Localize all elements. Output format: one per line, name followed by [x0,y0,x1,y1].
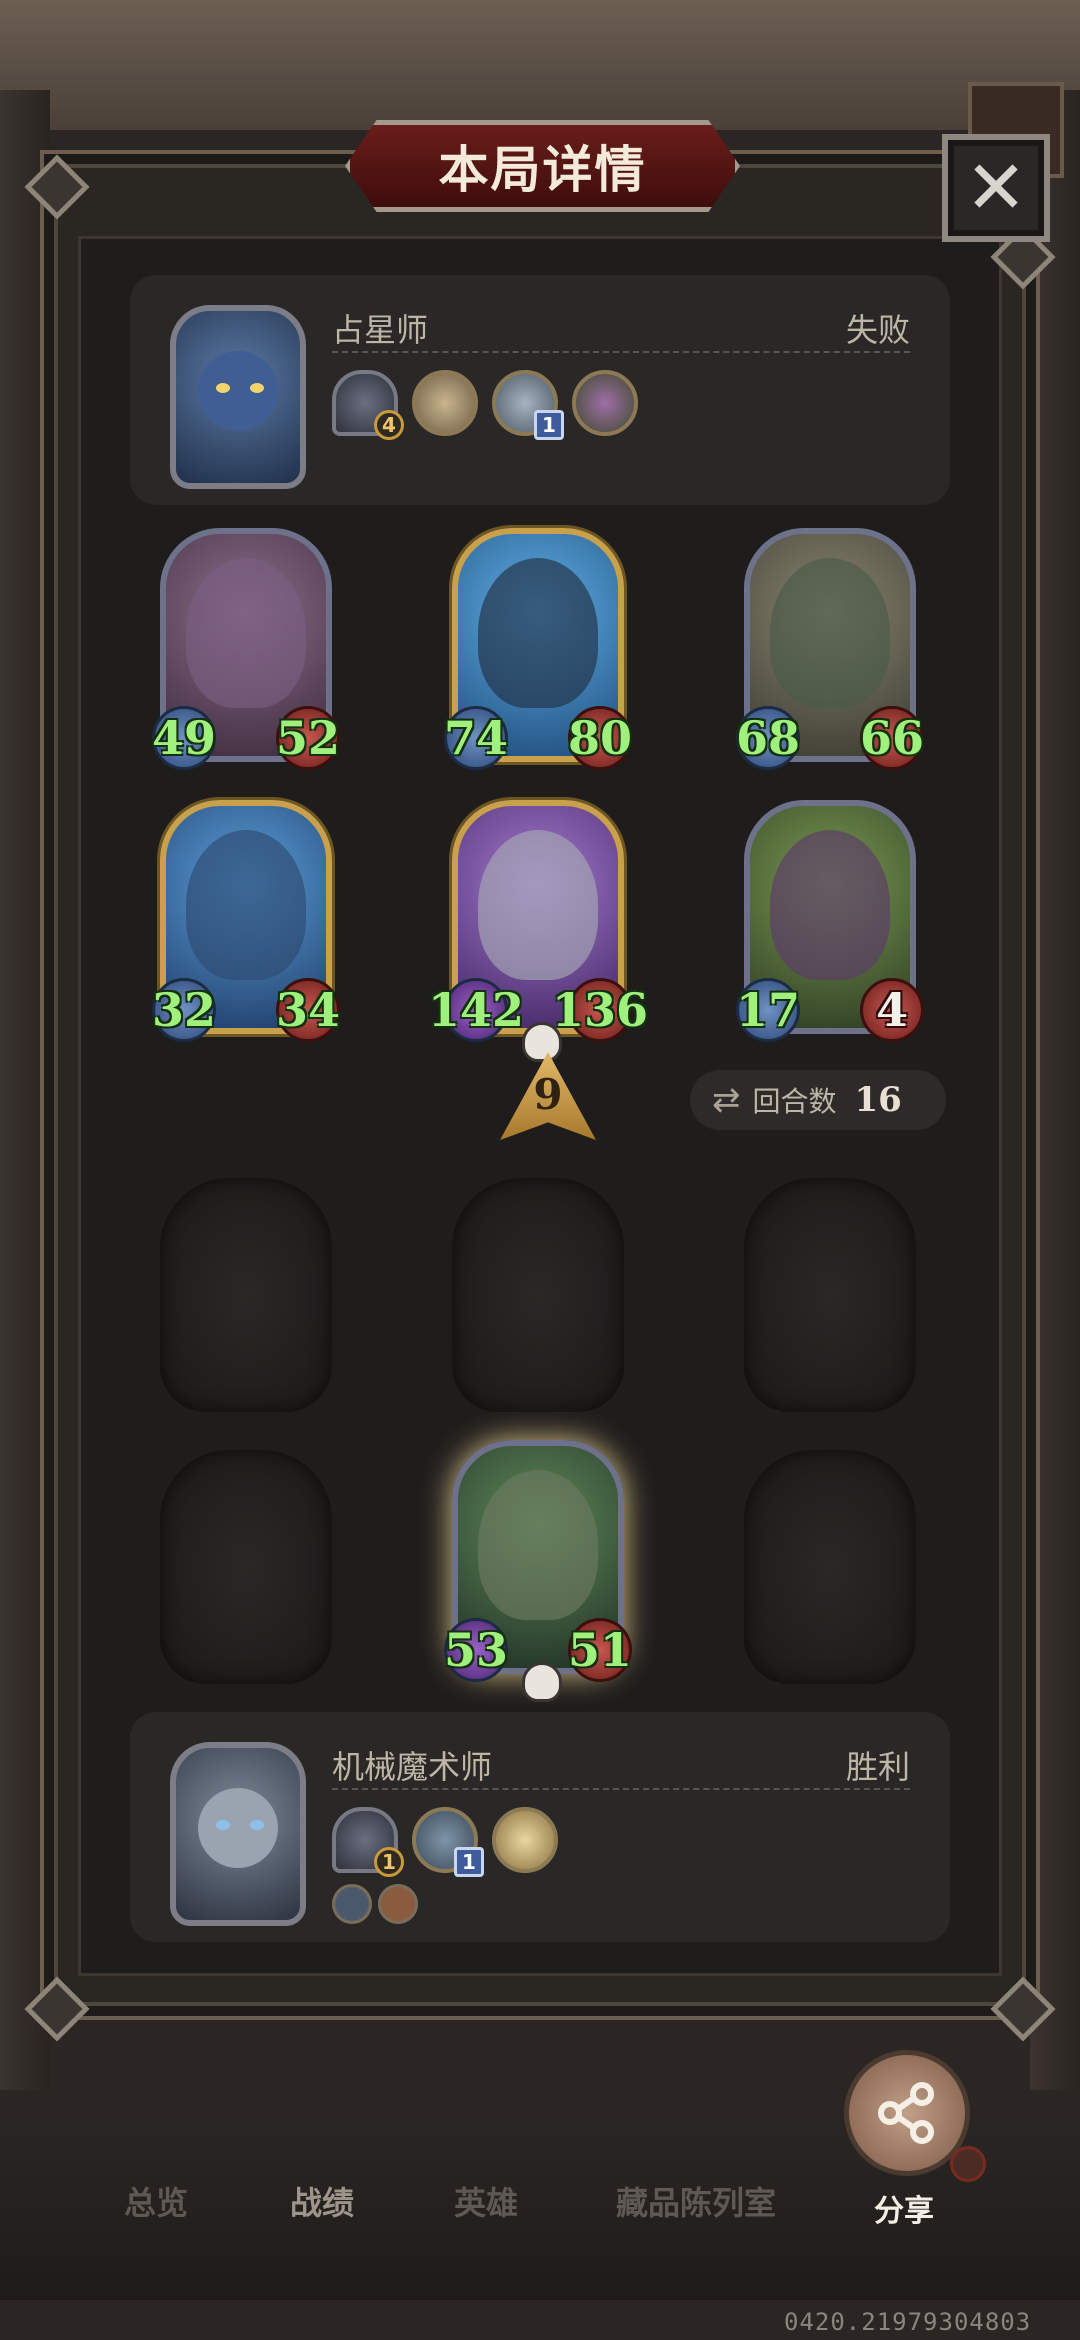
divider [332,351,910,353]
opponent-name: 占星师 [332,311,429,349]
mech-magician-hero-icon[interactable] [170,1742,306,1926]
empty-board-slot [160,1450,332,1684]
refresh-icon: ⇄ [712,1080,741,1120]
title-banner: 本局详情 [345,120,740,212]
minion-attack: 68 [736,706,800,770]
player-buffs [332,1884,418,1924]
empty-board-slot [452,1178,624,1412]
opponent-panel: 占星师 失败 4 1 [130,275,950,505]
spell-icon[interactable]: 1 [492,370,564,440]
tab-records[interactable]: 战绩 [290,2178,354,2224]
minion-health: 51 [568,1618,632,1682]
minion-card[interactable]: 17 4 [736,800,924,1042]
minion-card[interactable]: 68 66 [736,528,924,770]
divider [332,1788,910,1790]
tab-heroes[interactable]: 英雄 [454,2178,518,2224]
minion-health: 52 [276,706,340,770]
skull-icon [522,1662,562,1702]
minion-card[interactable]: 53 51 [444,1440,632,1702]
item-badge: 1 [454,1847,484,1877]
notification-dot [950,2146,986,2182]
minion-attack: 32 [152,978,216,1042]
tier-number: 9 [533,1070,563,1119]
coin-icon[interactable] [378,1884,418,1924]
empty-board-slot [744,1450,916,1684]
opponent-items: 4 1 [332,370,638,440]
minion-card[interactable]: 74 80 [444,528,632,770]
minion-card[interactable]: 32 34 [152,800,340,1042]
tab-collection[interactable]: 藏品陈列室 [616,2178,776,2224]
item-badge: 1 [374,1847,404,1877]
empty-board-slot [744,1178,916,1412]
minion-attack: 142 [428,978,524,1042]
tower-icon[interactable]: 4 [332,370,404,440]
sword-icon[interactable] [332,1884,372,1924]
rounds-counter: ⇄ 回合数 16 [690,1070,946,1130]
minion-health: 80 [568,706,632,770]
player-name: 机械魔术师 [332,1748,493,1786]
tower-icon[interactable]: 1 [332,1807,404,1877]
player-result: 胜利 [845,1748,910,1786]
item-badge: 1 [534,410,564,440]
player-panel: 机械魔术师 胜利 1 1 [130,1712,950,1942]
tab-overview[interactable]: 总览 [124,2178,188,2224]
skull-icon [522,1022,562,1062]
minion-card[interactable]: 142 136 [428,800,648,1062]
astrologer-hero-icon[interactable] [170,305,306,489]
minion-attack: 53 [444,1618,508,1682]
share-icon [878,2082,934,2144]
gift-box-icon[interactable] [572,370,638,436]
bag-icon[interactable] [492,1807,558,1873]
page-title: 本局详情 [438,140,647,199]
minion-health: 136 [552,978,648,1042]
minion-health: 66 [860,706,924,770]
rounds-value: 16 [854,1080,902,1120]
minion-health: 34 [276,978,340,1042]
spell-icon[interactable]: 1 [412,1807,484,1877]
build-number: 0420.21979304803 [784,2308,1032,2336]
minion-attack: 74 [444,706,508,770]
scroll-icon[interactable] [412,370,478,436]
close-icon: ✕ [964,145,1027,231]
empty-board-slot [160,1178,332,1412]
minion-attack: 17 [736,978,800,1042]
item-badge: 4 [374,410,404,440]
close-button[interactable]: ✕ [942,134,1050,242]
rounds-label: 回合数 [752,1085,837,1118]
top-background [0,0,1080,130]
share-label: 分享 [874,2194,934,2229]
minion-card[interactable]: 49 52 [152,528,340,770]
minion-attack: 49 [152,706,216,770]
player-items: 1 1 [332,1807,558,1877]
opponent-result: 失败 [845,311,910,349]
minion-health: 4 [860,978,924,1042]
